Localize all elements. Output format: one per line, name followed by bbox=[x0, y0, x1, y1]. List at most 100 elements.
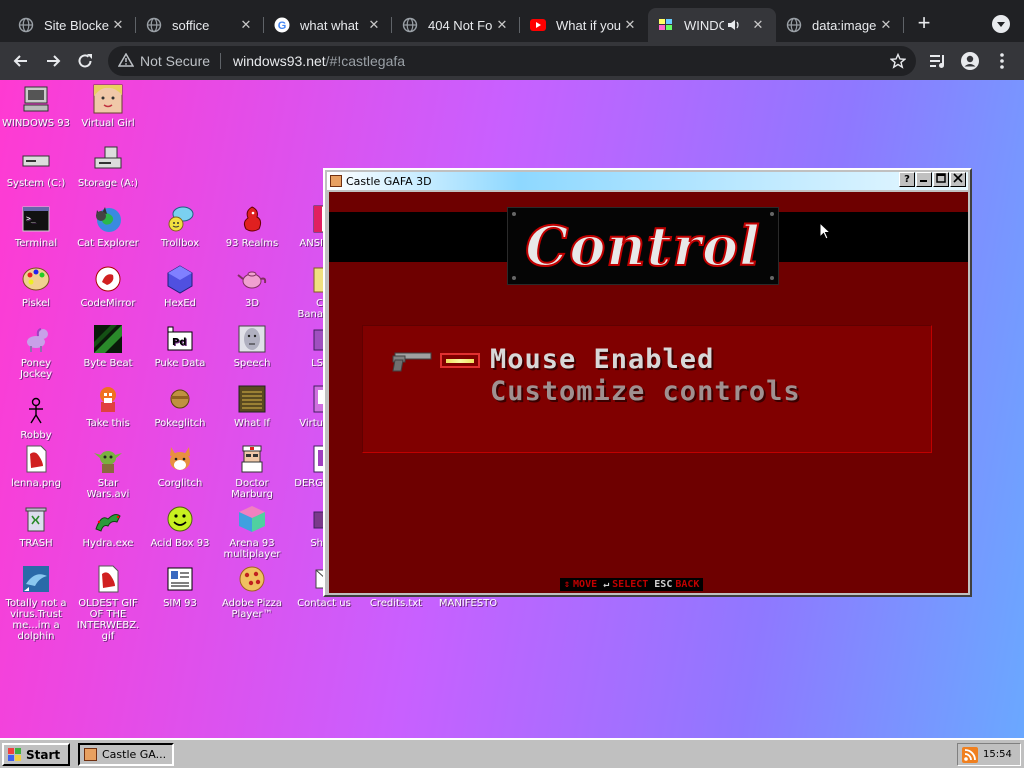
icon-label: ANSI bbox=[299, 238, 323, 249]
desktop-icon-virtual-girl[interactable]: Virtual Girl bbox=[72, 82, 144, 129]
tab-youtube[interactable]: What if you ✕ bbox=[520, 8, 648, 42]
castle-gafa-window[interactable]: Castle GAFA 3D ? Control Mouse Enabled C… bbox=[323, 168, 972, 597]
close-tab-icon[interactable]: ✕ bbox=[494, 17, 510, 33]
banana-icon bbox=[310, 262, 323, 296]
cat-globe-icon bbox=[91, 202, 125, 236]
warning-icon[interactable] bbox=[117, 52, 135, 70]
new-tab-button[interactable]: + bbox=[912, 12, 936, 36]
close-tab-icon[interactable]: ✕ bbox=[110, 17, 126, 33]
close-button[interactable] bbox=[950, 172, 966, 187]
reload-button[interactable] bbox=[72, 49, 98, 73]
mouse-pointer-icon bbox=[819, 221, 832, 245]
close-tab-icon[interactable]: ✕ bbox=[622, 17, 638, 33]
icon-label: SIM 93 bbox=[163, 598, 197, 609]
desktop-icon-hexed[interactable]: HexEd bbox=[144, 262, 216, 309]
whatif-icon bbox=[235, 382, 269, 416]
toggle-indicator[interactable] bbox=[440, 353, 480, 368]
desktop-icon-sh[interactable]: Sh bbox=[288, 502, 323, 549]
desktop-icon-sim93[interactable]: SIM 93 bbox=[144, 562, 216, 609]
start-button[interactable]: Start bbox=[2, 743, 70, 766]
desktop-icon-take-this[interactable]: Take this bbox=[72, 382, 144, 429]
tab-404[interactable]: 404 Not Fo ✕ bbox=[392, 8, 520, 42]
youtube-icon bbox=[530, 17, 546, 33]
close-tab-icon[interactable]: ✕ bbox=[366, 17, 382, 33]
tab-windows93[interactable]: WINDO ✕ bbox=[648, 8, 776, 42]
game-canvas[interactable]: Control Mouse Enabled Customize controls… bbox=[329, 192, 968, 593]
tab-data-image[interactable]: data:image ✕ bbox=[776, 8, 904, 42]
desktop-icon-3d[interactable]: 3D bbox=[216, 262, 288, 309]
url-text[interactable]: windows93.net/#!castlegafa bbox=[233, 53, 405, 69]
desktop-icon-hydra[interactable]: Hydra.exe bbox=[72, 502, 144, 549]
desktop-icon-pokeglitch[interactable]: Pokeglitch bbox=[144, 382, 216, 429]
desktop-icon-corglitch[interactable]: Corglitch bbox=[144, 442, 216, 489]
window-titlebar[interactable]: Castle GAFA 3D bbox=[327, 172, 968, 190]
tab-soffice[interactable]: soffice ✕ bbox=[136, 8, 264, 42]
desktop-icon-codemirror[interactable]: CodeMirror bbox=[72, 262, 144, 309]
security-label[interactable]: Not Secure bbox=[140, 53, 210, 69]
icon-label: Virtu bbox=[299, 418, 323, 429]
desktop-icon-93-realms[interactable]: 93 Realms bbox=[216, 202, 288, 249]
desktop-icon-terminal[interactable]: >_ Terminal bbox=[0, 202, 72, 249]
desktop-icon-oldest-gif[interactable]: OLDEST GIF OF THE INTERWEBZ. gif bbox=[72, 562, 144, 642]
desktop-icon-acid-box[interactable]: Acid Box 93 bbox=[144, 502, 216, 549]
desktop-icon-windows93[interactable]: WINDOWS 93 bbox=[0, 82, 72, 129]
menu-kebab-icon[interactable] bbox=[989, 49, 1015, 73]
svg-text:G: G bbox=[278, 20, 287, 32]
desktop-icon-banana[interactable]: C Bana bbox=[288, 262, 323, 320]
desktop-icon-cat-explorer[interactable]: Cat Explorer bbox=[72, 202, 144, 249]
desktop-icon-poney-jockey[interactable]: Poney Jockey bbox=[0, 322, 72, 380]
icon-label: Robby bbox=[20, 430, 52, 441]
close-tab-icon[interactable]: ✕ bbox=[750, 17, 766, 33]
desktop-icon-doctor-marburg[interactable]: Doctor Marburg bbox=[216, 442, 288, 500]
maximize-button[interactable] bbox=[933, 172, 949, 187]
desktop-icon-ansi[interactable]: ANSI bbox=[288, 202, 323, 249]
speaker-icon[interactable] bbox=[724, 18, 744, 32]
taskbar-item-castle-gafa[interactable]: Castle GA... bbox=[78, 743, 174, 766]
desktop-icon-piskel[interactable]: Piskel bbox=[0, 262, 72, 309]
desktop-icon-arena93[interactable]: Arena 93 multiplayer bbox=[216, 502, 288, 560]
desktop-icon-byte-beat[interactable]: Byte Beat bbox=[72, 322, 144, 369]
desktop-icon-lenna[interactable]: lenna.png bbox=[0, 442, 72, 489]
pistol-cursor-icon bbox=[391, 350, 433, 377]
profile-icon[interactable] bbox=[957, 49, 983, 73]
desktop-icon-speech[interactable]: Speech bbox=[216, 322, 288, 369]
bookmark-star-icon[interactable] bbox=[889, 52, 907, 72]
forward-button[interactable] bbox=[40, 49, 66, 73]
media-controls-icon[interactable] bbox=[925, 49, 951, 73]
icon-label: gif bbox=[101, 631, 115, 642]
castle-gafa-app-icon bbox=[84, 748, 97, 761]
desktop-icon-what-if[interactable]: What If bbox=[216, 382, 288, 429]
desktop-icon-derg[interactable]: DERG bbox=[288, 442, 323, 489]
tab-search-button[interactable] bbox=[990, 13, 1012, 35]
desktop-icon-system-c[interactable]: System (C:) bbox=[0, 142, 72, 189]
close-tab-icon[interactable]: ✕ bbox=[238, 17, 254, 33]
desktop-icon-ls[interactable]: LS bbox=[288, 322, 323, 369]
terminal-icon: >_ bbox=[19, 202, 53, 236]
clock[interactable]: 15:54 bbox=[983, 749, 1012, 760]
desktop-icon-trollbox[interactable]: Trollbox bbox=[144, 202, 216, 249]
address-bar[interactable]: Not Secure windows93.net/#!castlegafa bbox=[108, 46, 916, 76]
desktop-icon-dolphin[interactable]: Totally not a virus.Trust me...im a dolp… bbox=[0, 562, 72, 642]
icon-label: WINDOWS 93 bbox=[1, 118, 71, 129]
tab-site-blocker[interactable]: Site Blocke ✕ bbox=[8, 8, 136, 42]
svg-text:Pd: Pd bbox=[172, 337, 187, 348]
close-tab-icon[interactable]: ✕ bbox=[878, 17, 894, 33]
minimize-button[interactable] bbox=[916, 172, 932, 187]
icon-label: LS bbox=[311, 358, 323, 369]
icon-label: Cat Explorer bbox=[77, 238, 139, 249]
speech-face-icon bbox=[235, 322, 269, 356]
desktop-icon-adobe-pizza[interactable]: Adobe Pizza Player™ bbox=[216, 562, 288, 620]
tab-google-search[interactable]: G what what ✕ bbox=[264, 8, 392, 42]
rss-icon[interactable] bbox=[962, 746, 978, 763]
help-button[interactable]: ? bbox=[899, 172, 915, 187]
desktop-icon-virtual[interactable]: Virtu bbox=[288, 382, 323, 429]
desktop-icon-storage-a[interactable]: Storage (A:) bbox=[72, 142, 144, 189]
desktop-icon-robby[interactable]: Robby bbox=[0, 394, 72, 441]
desktop-icon-star-wars[interactable]: Star Wars.avi bbox=[72, 442, 144, 500]
desktop-icon-trash[interactable]: TRASH bbox=[0, 502, 72, 549]
menu-item-customize-controls[interactable]: Customize controls bbox=[490, 376, 801, 407]
desktop-icon-puke-data[interactable]: Pd Puke Data bbox=[144, 322, 216, 369]
menu-item-mouse-enabled[interactable]: Mouse Enabled bbox=[490, 344, 714, 375]
svg-text:>_: >_ bbox=[26, 214, 36, 223]
back-button[interactable] bbox=[8, 49, 34, 73]
